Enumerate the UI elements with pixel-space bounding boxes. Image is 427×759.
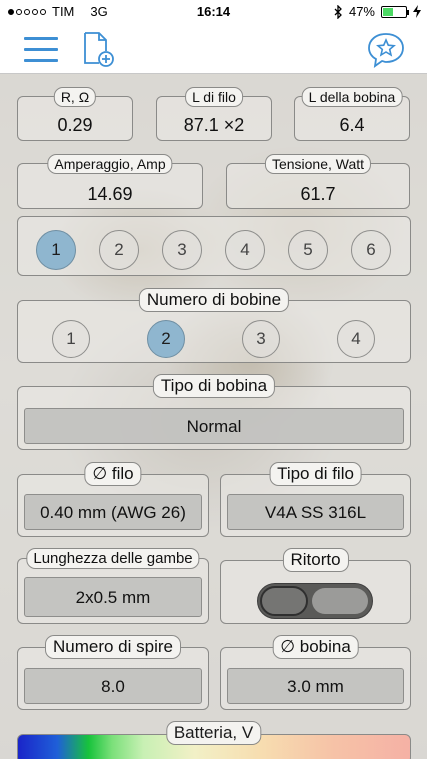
coil-count-selector: Numero di bobine 1 2 3 4 xyxy=(17,288,411,363)
wraps-option-3[interactable]: 3 xyxy=(162,230,202,270)
wraps-option-5[interactable]: 5 xyxy=(288,230,328,270)
turns-value[interactable]: 8.0 xyxy=(24,668,202,704)
coil-type-value[interactable]: Normal xyxy=(24,408,404,444)
wire-length-value: 87.1 ×2 xyxy=(183,115,245,135)
battery-icon xyxy=(381,5,409,18)
wire-diameter-label: ∅ filo xyxy=(84,462,142,486)
current-display: Amperaggio, Amp 14.69 xyxy=(17,154,203,209)
resistance-display: R, Ω 0.29 xyxy=(17,87,133,141)
power-display: Tensione, Watt 61.7 xyxy=(226,154,410,209)
coil-count-label: Numero di bobine xyxy=(138,288,290,312)
menu-icon[interactable] xyxy=(24,37,58,63)
wraps-option-6[interactable]: 6 xyxy=(351,230,391,270)
battery-label: Batteria, V xyxy=(165,721,262,745)
bluetooth-icon xyxy=(334,4,342,19)
coil-length-label: L della bobina xyxy=(301,87,403,107)
wraps-option-4[interactable]: 4 xyxy=(225,230,265,270)
wraps-selector: 1 2 3 4 5 6 xyxy=(17,216,411,276)
power-value: 61.7 xyxy=(300,184,336,204)
wire-diameter-value[interactable]: 0.40 mm (AWG 26) xyxy=(24,494,202,530)
leg-length-label: Lunghezza delle gambe xyxy=(26,548,200,569)
turns-label: Numero di spire xyxy=(45,635,181,659)
coil-type-selector: Tipo di bobina Normal xyxy=(17,374,411,450)
resistance-label: R, Ω xyxy=(53,87,97,107)
wraps-option-2[interactable]: 2 xyxy=(99,230,139,270)
leg-length-value[interactable]: 2x0.5 mm xyxy=(24,577,202,617)
twisted-toggle[interactable] xyxy=(257,583,373,619)
resistance-value: 0.29 xyxy=(57,115,93,135)
wire-type-selector: Tipo di filo V4A SS 316L xyxy=(220,462,411,537)
coil-count-option-3[interactable]: 3 xyxy=(242,320,280,358)
current-label: Amperaggio, Amp xyxy=(47,154,173,174)
coil-diameter-selector: ∅ bobina 3.0 mm xyxy=(220,635,411,710)
new-file-icon[interactable] xyxy=(82,31,116,67)
wire-type-label: Tipo di filo xyxy=(269,462,362,486)
wire-diameter-selector: ∅ filo 0.40 mm (AWG 26) xyxy=(17,462,209,537)
coil-diameter-value[interactable]: 3.0 mm xyxy=(227,668,404,704)
status-right: 47% xyxy=(334,4,421,19)
navigation-bar xyxy=(0,24,427,74)
coil-length-display: L della bobina 6.4 xyxy=(294,87,410,141)
coil-count-option-2[interactable]: 2 xyxy=(147,320,185,358)
twisted-label: Ritorto xyxy=(282,548,349,572)
wire-length-label: L di filo xyxy=(185,87,243,107)
turns-selector: Numero di spire 8.0 xyxy=(17,635,209,710)
toggle-knob xyxy=(260,586,308,616)
coil-diameter-label: ∅ bobina xyxy=(272,635,359,659)
coil-count-option-1[interactable]: 1 xyxy=(52,320,90,358)
status-bar: TIM 3G 16:14 47% xyxy=(0,0,427,24)
wire-length-display: L di filo 87.1 ×2 xyxy=(156,87,272,141)
coil-count-option-4[interactable]: 4 xyxy=(337,320,375,358)
charging-bolt-icon xyxy=(413,5,421,18)
chat-star-icon[interactable] xyxy=(367,32,405,68)
current-value: 14.69 xyxy=(87,184,133,204)
leg-length-selector: Lunghezza delle gambe 2x0.5 mm xyxy=(17,548,209,624)
coil-length-value: 6.4 xyxy=(339,115,365,135)
power-label: Tensione, Watt xyxy=(264,154,372,174)
twisted-toggle-panel: Ritorto xyxy=(220,548,411,624)
wraps-option-1[interactable]: 1 xyxy=(36,230,76,270)
coil-type-label: Tipo di bobina xyxy=(152,374,276,398)
battery-percent: 47% xyxy=(348,4,375,19)
wire-type-value[interactable]: V4A SS 316L xyxy=(227,494,404,530)
